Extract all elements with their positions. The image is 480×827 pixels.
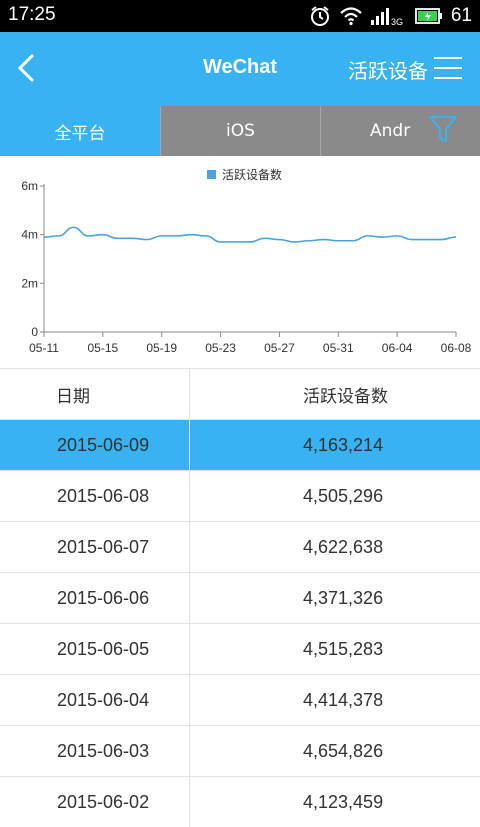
- alarm-icon: [310, 6, 329, 26]
- x-tick-label: 06-04: [382, 341, 413, 355]
- row-value: 4,123,459: [303, 791, 384, 812]
- row-value: 4,505,296: [303, 485, 384, 506]
- y-tick-label: 0: [31, 325, 38, 339]
- network-type: 3G: [391, 17, 403, 27]
- row-date: 2015-06-06: [0, 573, 190, 623]
- page-subtitle: 活跃设备: [348, 59, 428, 83]
- row-value: 4,163,214: [303, 434, 384, 455]
- y-tick-label: 4m: [21, 228, 38, 242]
- x-tick-label: 05-27: [264, 341, 295, 355]
- row-date: 2015-06-07: [0, 522, 190, 572]
- row-date: 2015-06-04: [0, 675, 190, 725]
- header-date: 日期: [0, 369, 190, 419]
- y-tick-label: 6m: [21, 179, 38, 193]
- x-tick-label: 05-23: [205, 341, 236, 355]
- status-bar: 17:25 3G 61: [0, 0, 480, 32]
- row-value: 4,371,326: [303, 587, 384, 608]
- table-row[interactable]: 2015-06-09 4,163,214: [0, 419, 480, 470]
- y-tick-label: 2m: [21, 276, 38, 290]
- x-tick-label: 06-08: [441, 341, 472, 355]
- filter-icon[interactable]: [428, 114, 458, 144]
- chart-svg: 0 2m 4m 6m 05-11 05-15 05-19 05-23 05-27 05-31 06-…: [21, 167, 472, 355]
- series-line-active-devices: [43, 226, 457, 243]
- signal-icon: 3G: [370, 8, 403, 27]
- app-bar: WeChat 活跃设备: [0, 32, 480, 106]
- table-row[interactable]: 2015-06-07 4,622,638: [0, 521, 480, 572]
- row-value: 4,414,378: [303, 689, 384, 710]
- menu-icon[interactable]: [434, 56, 462, 80]
- battery-icon: [414, 8, 442, 24]
- status-time: 17:25: [8, 4, 56, 25]
- row-value: 4,515,283: [303, 638, 384, 659]
- legend-swatch: [207, 170, 216, 179]
- row-date: 2015-06-09: [0, 420, 190, 470]
- row-date: 2015-06-03: [0, 726, 190, 776]
- tab-all-platforms[interactable]: 全平台: [0, 106, 160, 156]
- x-tick-label: 05-19: [146, 341, 177, 355]
- active-devices-chart: 0 2m 4m 6m 05-11 05-15 05-19 05-23 05-27 05-31 06-…: [0, 156, 480, 368]
- x-tick-label: 05-15: [88, 341, 119, 355]
- battery-level: 61: [450, 5, 472, 26]
- table-row[interactable]: 2015-06-03 4,654,826: [0, 725, 480, 776]
- row-value: 4,622,638: [303, 536, 384, 557]
- status-icons: 3G 61: [309, 3, 472, 29]
- row-date: 2015-06-05: [0, 624, 190, 674]
- x-tick-label: 05-11: [29, 341, 59, 355]
- row-date: 2015-06-08: [0, 471, 190, 521]
- table-row[interactable]: 2015-06-04 4,414,378: [0, 674, 480, 725]
- header-active-devices: 活跃设备数: [303, 386, 388, 407]
- x-tick-label: 05-31: [323, 341, 354, 355]
- tab-ios[interactable]: iOS: [160, 106, 320, 156]
- data-table: 日期 活跃设备数 2015-06-09 4,163,214 2015-06-08…: [0, 368, 480, 827]
- row-value: 4,654,826: [303, 740, 384, 761]
- legend-label: 活跃设备数: [222, 167, 282, 182]
- table-row[interactable]: 2015-06-02 4,123,459: [0, 776, 480, 827]
- table-row[interactable]: 2015-06-06 4,371,326: [0, 572, 480, 623]
- wifi-icon: [340, 7, 362, 26]
- table-row[interactable]: 2015-06-08 4,505,296: [0, 470, 480, 521]
- table-header-row: 日期 活跃设备数: [0, 368, 480, 419]
- table-row[interactable]: 2015-06-05 4,515,283: [0, 623, 480, 674]
- row-date: 2015-06-02: [0, 777, 190, 827]
- platform-tabs: 全平台 iOS Andr: [0, 106, 480, 156]
